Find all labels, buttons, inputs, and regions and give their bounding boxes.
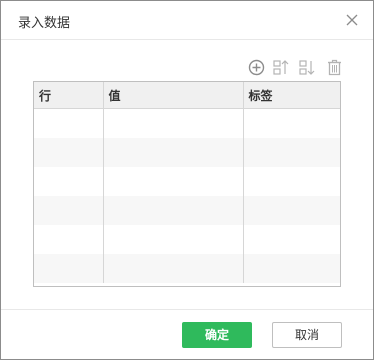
table-cell[interactable] xyxy=(34,138,103,167)
table-row xyxy=(34,196,340,225)
table-cell[interactable] xyxy=(102,254,243,283)
trash-icon[interactable] xyxy=(326,59,343,76)
table-cell[interactable] xyxy=(242,108,340,138)
close-icon[interactable] xyxy=(346,14,358,26)
table-cell[interactable] xyxy=(102,138,243,167)
add-circle-icon[interactable] xyxy=(248,59,265,76)
table-cell[interactable] xyxy=(34,167,103,196)
sort-up-icon[interactable] xyxy=(273,59,290,76)
column-header-row[interactable]: 行 xyxy=(34,82,103,109)
table-row xyxy=(34,225,340,254)
table-cell[interactable] xyxy=(34,196,103,225)
table-cell[interactable] xyxy=(102,225,243,254)
table-row xyxy=(34,138,340,167)
data-table: 行 值 标签 xyxy=(33,81,341,287)
ok-button[interactable]: 确定 xyxy=(182,322,252,348)
table-cell[interactable] xyxy=(242,167,340,196)
dialog-footer: 确定 取消 xyxy=(1,309,373,360)
data-entry-dialog: 录入数据 行 值 标签 确定 取消 xyxy=(0,0,374,360)
dialog-header: 录入数据 xyxy=(1,1,373,40)
table-cell[interactable] xyxy=(102,167,243,196)
dialog-title: 录入数据 xyxy=(18,16,71,31)
table-row xyxy=(34,167,340,196)
table-cell[interactable] xyxy=(34,225,103,254)
table-row xyxy=(34,254,340,283)
table-cell[interactable] xyxy=(34,109,103,139)
table-cell[interactable] xyxy=(102,108,243,138)
column-header-label[interactable]: 标签 xyxy=(242,82,340,109)
table-cell[interactable] xyxy=(242,196,340,225)
table-cell[interactable] xyxy=(102,196,243,225)
table-cell[interactable] xyxy=(242,138,340,167)
table-cell[interactable] xyxy=(242,225,340,254)
table-cell[interactable] xyxy=(34,254,103,283)
table-header-row: 行 值 标签 xyxy=(34,82,340,109)
cancel-button[interactable]: 取消 xyxy=(272,322,342,348)
sort-down-icon[interactable] xyxy=(299,59,316,76)
table-row xyxy=(34,108,340,139)
table-cell[interactable] xyxy=(242,254,340,283)
column-header-value[interactable]: 值 xyxy=(102,82,243,109)
